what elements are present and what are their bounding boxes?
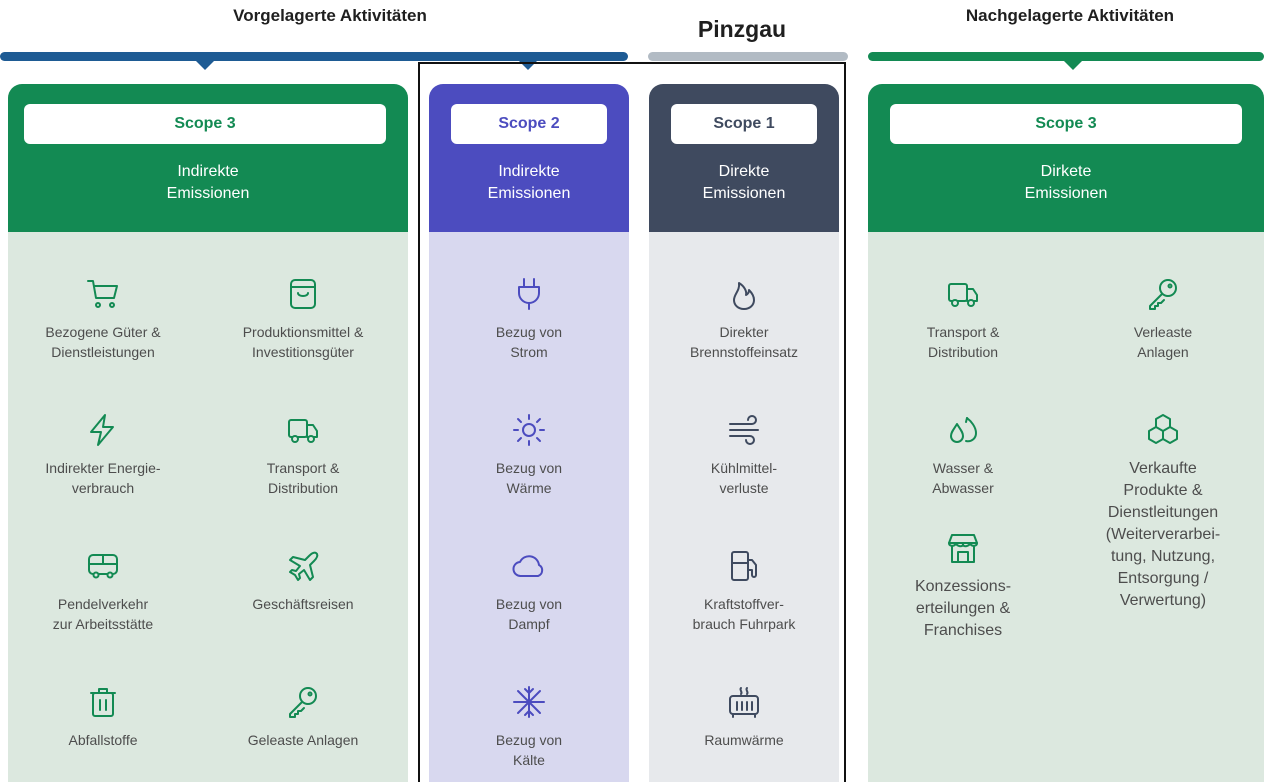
boxes-icon: [1148, 414, 1178, 444]
scope2-subtitle: Indirekte Emissionen: [487, 163, 571, 202]
item-kraftstoffverbrauch: Kraftstoffver- brauch Fuhrpark: [649, 548, 839, 634]
item-kuehlmittelverluste: Kühlmittel- verluste: [649, 412, 839, 498]
header-center: Pinzgau: [697, 16, 787, 42]
item-wasser-abwasser: Wasser & Abwasser: [868, 412, 1058, 498]
header-upstream: Vorgelagerte Aktivitäten: [233, 6, 427, 25]
trash-icon: [90, 688, 116, 717]
item-verkaufte-produkte: Verkaufte Produkte & Dienstleitungen (We…: [1053, 412, 1264, 612]
airplane-icon: [289, 551, 319, 581]
scope2-body: Bezug von Strom Bezug von Wärme Bezug vo…: [429, 232, 629, 782]
scope3-upstream-pill: Scope 3: [24, 104, 386, 144]
flame-icon: [733, 282, 755, 310]
scope1-column: Scope 1 Direkte Emissionen Direkter Bren…: [649, 84, 839, 782]
lightning-icon: [90, 414, 114, 446]
scope3-downstream-pill: Scope 3: [890, 104, 1242, 144]
upstream-notch-right: [518, 60, 538, 70]
item-kaelte: Bezug von Kälte: [429, 684, 629, 770]
sun-icon: [513, 414, 545, 446]
bus-icon: [88, 554, 118, 579]
item-waerme: Bezug von Wärme: [429, 412, 629, 498]
item-pendelverkehr: Pendelverkehr zur Arbeitsstätte: [8, 548, 198, 634]
center-bar: [648, 52, 848, 61]
scope3-downstream-column: Scope 3 Dirkete Emissionen Transport & D…: [868, 84, 1264, 782]
item-verleaste-anlagen: Verleaste Anlagen: [1063, 276, 1263, 362]
item-geleaste-anlagen: Geleaste Anlagen: [203, 684, 403, 750]
item-brennstoffeinsatz: Direkter Brennstoffeinsatz: [649, 276, 839, 362]
item-dampf: Bezug von Dampf: [429, 548, 629, 634]
item-indirekter-energieverbrauch: Indirekter Energie- verbrauch: [8, 412, 198, 498]
shopping-bag-icon: [290, 279, 316, 309]
downstream-notch: [1063, 60, 1083, 70]
scope3-upstream-header: Scope 3 Indirekte Emissionen: [8, 84, 408, 232]
snowflake-icon: [513, 686, 545, 718]
scope1-body: Direkter Brennstoffeinsatz Kühlmittel- v…: [649, 232, 839, 782]
upstream-notch-left: [195, 60, 215, 70]
item-produktionsmittel: Produktionsmittel & Investitionsgüter: [203, 276, 403, 362]
item-abfallstoffe: Abfallstoffe: [8, 684, 198, 750]
plug-icon: [518, 278, 540, 310]
scope1-pill: Scope 1: [671, 104, 817, 144]
scope2-pill: Scope 2: [451, 104, 607, 144]
water-drops-icon: [950, 417, 977, 443]
scope3-upstream-body: Bezogene Güter & Dienstleistungen Produk…: [8, 232, 408, 782]
scope2-header: Scope 2 Indirekte Emissionen: [429, 84, 629, 232]
item-konzessionserteilungen: Konzessions- erteilungen & Franchises: [868, 530, 1058, 642]
scope3-downstream-header: Scope 3 Dirkete Emissionen: [868, 84, 1264, 232]
heater-icon: [729, 687, 759, 718]
scope3-upstream-column: Scope 3 Indirekte Emissionen Bezogene Gü…: [8, 84, 408, 782]
fuel-pump-icon: [731, 551, 757, 581]
cloud-icon: [512, 555, 544, 577]
scope3-downstream-subtitle: Dirkete Emissionen: [1024, 163, 1108, 202]
scope1-subtitle: Direkte Emissionen: [702, 163, 786, 202]
header-downstream: Nachgelagerte Aktivitäten: [965, 6, 1175, 25]
item-geschaeftsreisen: Geschäftsreisen: [203, 548, 403, 614]
store-icon: [948, 534, 978, 563]
key-icon: [1149, 279, 1177, 310]
item-transport-distribution-up: Transport & Distribution: [203, 412, 403, 498]
truck-icon: [948, 283, 978, 307]
scope3-upstream-subtitle: Indirekte Emissionen: [166, 163, 250, 202]
scope3-downstream-body: Transport & Distribution Verleaste Anlag…: [868, 232, 1264, 782]
shopping-cart-icon: [87, 280, 118, 308]
item-transport-distribution-down: Transport & Distribution: [868, 276, 1058, 362]
scope2-column: Scope 2 Indirekte Emissionen Bezug von S…: [429, 84, 629, 782]
key-icon: [289, 687, 317, 718]
scope1-header: Scope 1 Direkte Emissionen: [649, 84, 839, 232]
item-strom: Bezug von Strom: [429, 276, 629, 362]
truck-icon: [288, 419, 318, 443]
item-bezogene-gueter: Bezogene Güter & Dienstleistungen: [8, 276, 198, 362]
wind-icon: [729, 415, 759, 445]
item-raumwaerme: Raumwärme: [649, 684, 839, 750]
